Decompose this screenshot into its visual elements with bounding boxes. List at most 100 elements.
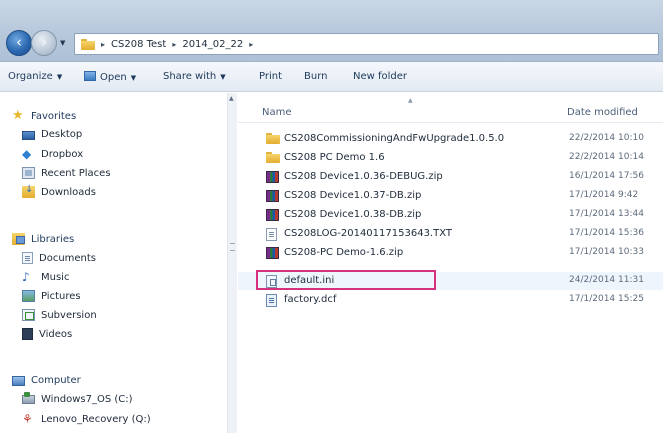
downloads-folder-icon (22, 184, 35, 198)
dropbox-icon: ◆ (22, 147, 32, 161)
computer-icon (12, 375, 25, 386)
file-row[interactable]: CS208 PC Demo 1.6 22/2/2014 10:14 (238, 149, 663, 167)
navigation-buttons: ‹ › ▼ (6, 30, 66, 56)
forward-button[interactable]: › (31, 30, 57, 56)
print-button[interactable]: Print (259, 71, 282, 82)
command-toolbar: Organize ▼ Open ▼ Share with ▼ Print Burn N… (0, 62, 663, 92)
dropdown-arrow-icon: ▼ (130, 74, 137, 82)
file-name: factory.dcf (284, 294, 337, 305)
nav-item-label: Downloads (41, 186, 96, 198)
dropdown-arrow-icon: ▼ (56, 73, 63, 81)
nav-item-music[interactable]: ♪ Music (22, 271, 69, 283)
nav-item-windows-drive[interactable]: Windows7_OS (C:) (22, 392, 133, 405)
file-row[interactable]: CS208 Device1.0.38-DB.zip 17/1/2014 13:4… (238, 206, 663, 224)
file-name: CS208 Device1.0.38-DB.zip (284, 209, 422, 220)
pictures-icon (22, 290, 35, 302)
breadcrumb-separator-icon[interactable]: ▸ (249, 40, 253, 49)
navigation-pane: ★ Favorites Desktop ◆ Dropbox Recent Pla… (0, 93, 232, 433)
nav-item-recovery-drive[interactable]: ⚘ Lenovo_Recovery (Q:) (22, 413, 151, 425)
nav-item-label: Music (41, 271, 70, 283)
nav-group-label: Computer (31, 375, 81, 386)
file-row[interactable]: CS208 Device1.0.36-DEBUG.zip 16/1/2014 1… (238, 168, 663, 186)
new-folder-button[interactable]: New folder (353, 71, 407, 82)
nav-item-documents[interactable]: Documents (22, 252, 96, 264)
zip-archive-icon (266, 209, 279, 221)
scroll-grip-icon[interactable] (230, 243, 235, 251)
nav-item-label: Videos (39, 328, 73, 340)
file-name: default.ini (284, 275, 335, 286)
nav-item-pictures[interactable]: Pictures (22, 290, 81, 302)
nav-item-label: Subversion (41, 309, 97, 321)
file-name: CS208 Device1.0.37-DB.zip (284, 190, 422, 201)
nav-item-label: Dropbox (41, 148, 84, 160)
sort-ascending-icon: ▲ (408, 97, 413, 104)
share-with-button[interactable]: Share with ▼ (163, 71, 226, 82)
videos-icon (22, 328, 33, 340)
nav-item-videos[interactable]: Videos (22, 328, 72, 340)
nav-item-label: Windows7_OS (C:) (41, 394, 133, 405)
organize-label: Organize (8, 71, 53, 82)
recent-places-icon (22, 167, 35, 179)
nav-pane-scrollbar[interactable]: ▲ (227, 93, 237, 433)
folder-icon (266, 133, 280, 144)
column-header-row: ▲ Name Date modified (238, 97, 663, 123)
nav-item-recent-places[interactable]: Recent Places (22, 167, 111, 179)
nav-item-label: Documents (39, 252, 97, 264)
file-row[interactable]: factory.dcf 17/1/2014 15:25 (238, 291, 663, 309)
file-date: 17/1/2014 15:36 (569, 228, 644, 238)
file-name: CS208 Device1.0.36-DEBUG.zip (284, 171, 443, 182)
file-row[interactable]: CS208-PC Demo-1.6.zip 17/1/2014 10:33 (238, 244, 663, 262)
subversion-icon (22, 309, 35, 321)
folder-icon (81, 38, 95, 50)
file-row[interactable]: CS208CommissioningAndFwUpgrade1.0.5.0 22… (238, 130, 663, 148)
folder-icon (266, 152, 280, 163)
nav-item-label: Recent Places (41, 167, 111, 179)
file-date: 17/1/2014 15:25 (569, 294, 644, 304)
documents-icon (22, 252, 33, 264)
zip-archive-icon (266, 171, 279, 183)
file-date: 16/1/2014 17:56 (569, 171, 644, 181)
breadcrumb-separator-icon[interactable]: ▸ (172, 40, 176, 49)
star-icon: ★ (12, 108, 24, 123)
nav-favorites[interactable]: ★ Favorites (12, 108, 76, 123)
nav-item-desktop[interactable]: Desktop (22, 129, 82, 140)
file-name: CS208LOG-20140117153643.TXT (284, 228, 453, 239)
open-button[interactable]: Open ▼ (84, 71, 136, 83)
column-header-name[interactable]: Name (262, 107, 292, 118)
breadcrumb-item[interactable]: CS208 Test (111, 39, 166, 50)
breadcrumb-item[interactable]: 2014_02_22 (182, 39, 243, 50)
drive-icon (22, 392, 35, 404)
file-name: CS208CommissioningAndFwUpgrade1.0.5.0 (284, 133, 505, 144)
file-row-default-ini[interactable]: default.ini 24/2/2014 11:31 (238, 272, 663, 290)
file-date: 17/1/2014 9:42 (569, 190, 639, 200)
nav-item-subversion[interactable]: Subversion (22, 309, 97, 321)
file-date: 22/2/2014 10:14 (569, 152, 644, 162)
open-label: Open (100, 72, 127, 83)
file-name: CS208 PC Demo 1.6 (284, 152, 385, 163)
zip-archive-icon (266, 247, 279, 259)
scroll-up-icon[interactable]: ▲ (229, 95, 234, 102)
dcf-file-icon (266, 294, 277, 307)
share-with-label: Share with (163, 71, 217, 82)
file-name: CS208-PC Demo-1.6.zip (284, 247, 404, 258)
file-date: 22/2/2014 10:10 (569, 133, 644, 143)
libraries-icon (12, 233, 25, 245)
burn-button[interactable]: Burn (304, 71, 327, 82)
breadcrumb-separator-icon[interactable]: ▸ (101, 40, 105, 49)
nav-libraries[interactable]: Libraries (12, 233, 74, 245)
nav-group-label: Libraries (31, 233, 75, 245)
nav-item-downloads[interactable]: Downloads (22, 184, 96, 198)
file-list: ▲ Name Date modified CS208CommissioningA… (238, 93, 663, 433)
organize-button[interactable]: Organize ▼ (8, 71, 62, 82)
back-button[interactable]: ‹ (6, 30, 32, 56)
file-row[interactable]: CS208LOG-20140117153643.TXT 17/1/2014 15… (238, 225, 663, 243)
nav-computer[interactable]: Computer (12, 375, 81, 386)
settings-file-icon (266, 275, 277, 288)
music-icon: ♪ (22, 270, 30, 284)
address-bar[interactable]: ▸ CS208 Test ▸ 2014_02_22 ▸ (74, 33, 659, 55)
recent-pages-dropdown-icon[interactable]: ▼ (60, 39, 65, 47)
nav-item-dropbox[interactable]: ◆ Dropbox (22, 148, 83, 160)
column-header-date-modified[interactable]: Date modified (567, 107, 638, 118)
file-date: 24/2/2014 11:31 (569, 275, 644, 285)
file-row[interactable]: CS208 Device1.0.37-DB.zip 17/1/2014 9:42 (238, 187, 663, 205)
